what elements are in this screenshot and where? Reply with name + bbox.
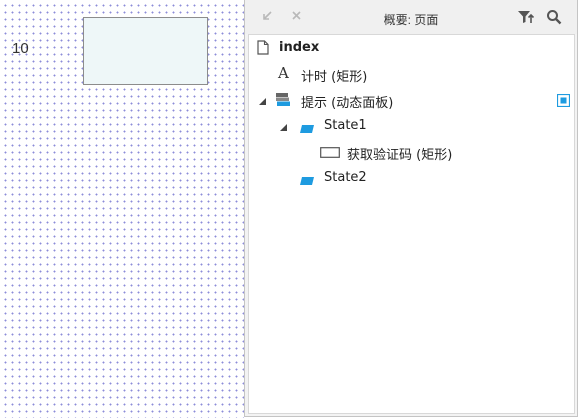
design-canvas[interactable]: 10 [0,0,244,418]
filter-icon[interactable] [517,9,535,29]
tree-item-state1[interactable]: State1 [249,113,574,139]
tree-item-state2[interactable]: State2 [249,165,574,191]
dynamic-panel-icon [275,92,291,111]
state-icon [300,174,314,189]
tree-item-label: 获取验证码 (矩形) [347,148,453,163]
text-icon: A [278,64,289,82]
tree-item-get-code-rectangle[interactable]: 获取验证码 (矩形) [249,139,574,165]
tree-item-label: State2 [324,170,367,185]
tree-item-index[interactable]: index [249,35,574,61]
state-icon [300,122,314,137]
search-icon[interactable] [546,9,562,29]
outline-panel-header: 概要: 页面 [245,0,577,34]
page-icon [257,40,269,59]
tree-item-label: 计时 (矩形) [301,70,368,85]
canvas-text-widget[interactable]: 10 [12,40,29,57]
canvas-rectangle-widget[interactable] [83,17,208,85]
outline-panel: 概要: 页面 index A 计时 (矩形) 提示 (动态面板) State1 … [244,0,578,417]
tree-item-label: 提示 (动态面板) [301,96,394,111]
dynamic-panel-badge-icon[interactable] [556,93,571,111]
tree-item-hint-dynamic-panel[interactable]: 提示 (动态面板) [249,87,574,113]
tree-item-label: State1 [324,118,367,133]
collapse-caret-icon[interactable] [279,121,288,136]
tree-item-label: index [279,40,320,55]
collapse-caret-icon[interactable] [258,95,267,110]
rectangle-icon [320,147,340,162]
tree-item-timer-text[interactable]: A 计时 (矩形) [249,61,574,87]
outline-tree: index A 计时 (矩形) 提示 (动态面板) State1 获取验证码 (… [248,34,575,414]
